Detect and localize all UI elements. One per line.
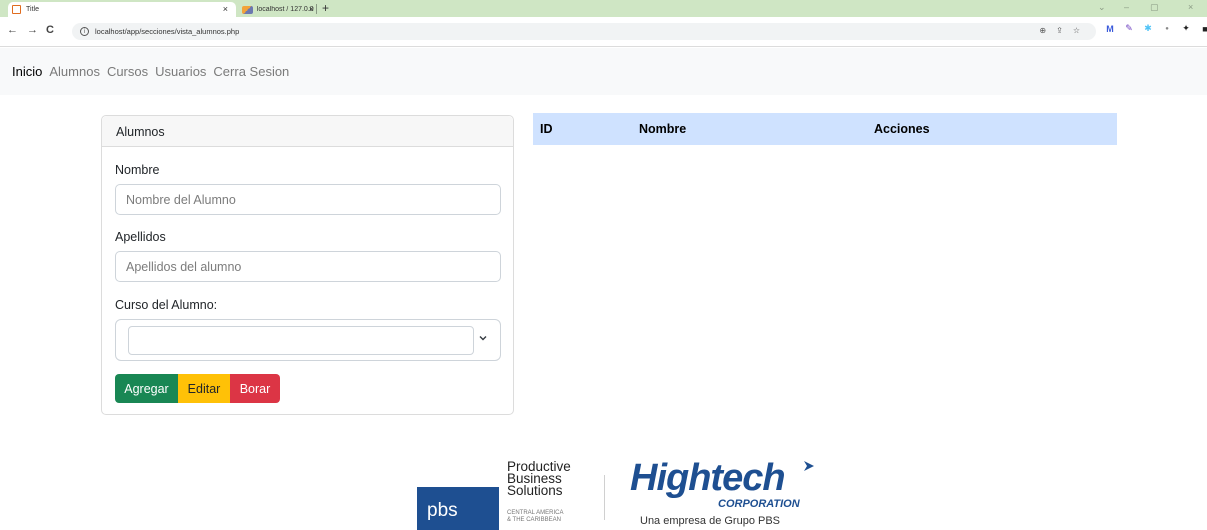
tab-title[interactable]: Title ×: [8, 2, 236, 17]
hightech-corporation-text: CORPORATION: [718, 498, 800, 510]
tab-phpmyadmin-label: localhost / 127.0.0.1 / app | phpM: [256, 6, 314, 13]
address-bar: ← → C i localhost/app/secciones/vista_al…: [0, 17, 1207, 47]
share-icon[interactable]: ⇪: [1056, 26, 1063, 35]
bookmark-star-icon[interactable]: ☆: [1073, 26, 1080, 35]
extension-dot-icon[interactable]: ●: [1162, 24, 1172, 34]
logo-divider: [604, 475, 605, 520]
pbs-region-line: & THE CARIBBEAN: [507, 517, 561, 523]
nombre-input[interactable]: [115, 184, 501, 215]
hightech-arrow-icon: [804, 461, 814, 471]
phpmyadmin-favicon-icon: [242, 5, 253, 14]
back-arrow-icon[interactable]: ←: [7, 24, 18, 36]
extension-m-icon[interactable]: M: [1105, 24, 1115, 34]
hightech-logo-text: Hightech: [630, 457, 786, 499]
extension-snowflake-icon[interactable]: ✱: [1143, 23, 1153, 34]
agregar-button[interactable]: Agregar: [115, 374, 178, 403]
hightech-tagline: Una empresa de Grupo PBS: [640, 515, 781, 527]
alumnos-table: ID Nombre Acciones: [533, 113, 1117, 145]
curso-label: Curso del Alumno:: [115, 298, 218, 312]
pbs-region: CENTRAL AMERICA & THE CARIBBEAN: [507, 510, 563, 524]
nombre-label: Nombre: [115, 163, 160, 177]
curso-select[interactable]: [115, 319, 501, 361]
url-field[interactable]: i localhost/app/secciones/vista_alumnos.…: [72, 23, 1096, 40]
apellidos-label: Apellidos: [115, 230, 166, 244]
alumnos-form-card: Alumnos Nombre Apellidos Curso del Alumn…: [101, 115, 514, 415]
zoom-icon[interactable]: ⊕: [1039, 26, 1046, 35]
nav-cursos[interactable]: Cursos: [107, 64, 148, 79]
browser-tab-bar: Title × localhost / 127.0.0.1 / app | ph…: [0, 0, 1207, 17]
url-text: localhost/app/secciones/vista_alumnos.ph…: [95, 27, 240, 36]
main-navbar: Inicio Alumnos Cursos Usuarios Cerra Ses…: [0, 48, 1207, 95]
tab-search-icon[interactable]: ⌄: [1098, 2, 1106, 13]
side-panel-icon[interactable]: ■: [1200, 24, 1207, 34]
editar-button[interactable]: Editar: [178, 374, 230, 403]
restore-button[interactable]: ▢: [1150, 2, 1159, 13]
nav-usuarios[interactable]: Usuarios: [155, 64, 206, 79]
column-header-id: ID: [533, 113, 632, 145]
pbs-logo-text: pbs: [427, 500, 458, 521]
column-header-acciones: Acciones: [867, 113, 1117, 145]
pbs-region-line: CENTRAL AMERICA: [507, 510, 564, 516]
nav-alumnos[interactable]: Alumnos: [49, 64, 100, 79]
tab-close-icon[interactable]: ×: [309, 4, 314, 14]
extension-feather-icon[interactable]: ✎: [1124, 23, 1134, 34]
page-favicon-icon: [12, 5, 21, 14]
new-tab-button[interactable]: +: [322, 1, 329, 15]
borrar-button[interactable]: Borar: [230, 374, 280, 403]
chevron-down-icon: [479, 336, 487, 341]
nav-cerrar-sesion[interactable]: Cerra Sesion: [213, 64, 289, 79]
close-window-button[interactable]: ×: [1188, 2, 1193, 12]
extensions-puzzle-icon[interactable]: ✦: [1181, 23, 1191, 34]
tab-close-icon[interactable]: ×: [223, 4, 228, 14]
card-header: Alumnos: [102, 116, 513, 147]
pbs-name-line: Solutions: [507, 483, 563, 498]
table-header-row: ID Nombre Acciones: [533, 113, 1117, 145]
site-info-icon[interactable]: i: [80, 27, 89, 36]
column-header-nombre: Nombre: [632, 113, 867, 145]
apellidos-input[interactable]: [115, 251, 501, 282]
forward-arrow-icon[interactable]: →: [27, 24, 38, 36]
pbs-company-name: Productive Business Solutions: [507, 460, 571, 498]
nav-inicio[interactable]: Inicio: [12, 64, 42, 79]
tab-separator: [316, 4, 317, 14]
tab-title-label: Title: [26, 6, 39, 13]
tab-phpmyadmin[interactable]: localhost / 127.0.0.1 / app | phpM ×: [238, 2, 314, 17]
minimize-button[interactable]: –: [1124, 2, 1129, 12]
reload-icon[interactable]: C: [46, 24, 54, 36]
curso-select-value[interactable]: [128, 326, 474, 355]
form-button-group: Agregar Editar Borar: [115, 374, 280, 403]
